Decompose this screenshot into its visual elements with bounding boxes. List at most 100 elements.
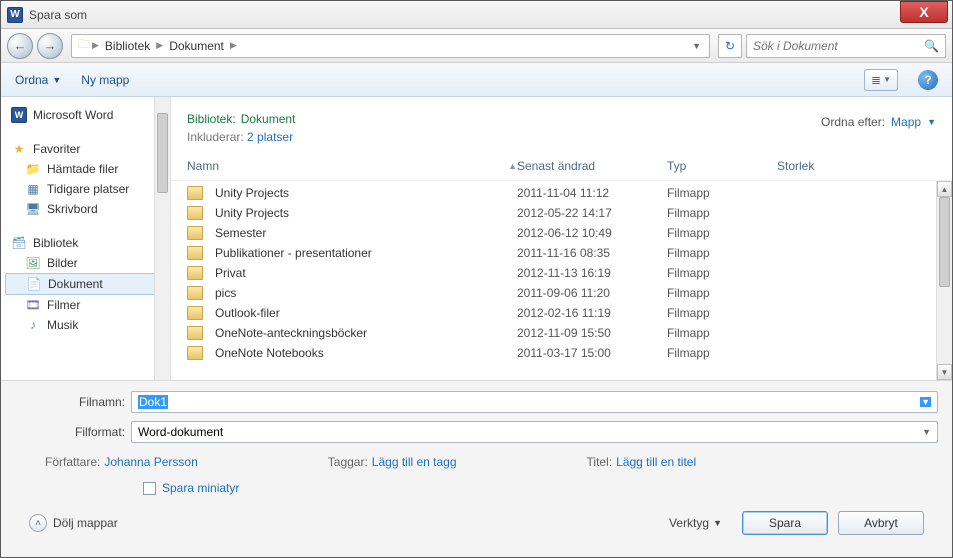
crumb-bibliotek[interactable]: Bibliotek xyxy=(99,39,156,53)
folder-icon xyxy=(187,226,203,240)
file-row[interactable]: Unity Projects2011-11-04 11:12Filmapp xyxy=(187,183,936,203)
title-value[interactable]: Lägg till en titel xyxy=(616,455,696,469)
organize-menu[interactable]: Ordna ▼ xyxy=(15,73,61,87)
file-date: 2011-09-06 11:20 xyxy=(517,286,667,300)
file-row[interactable]: Outlook-filer2012-02-16 11:19Filmapp xyxy=(187,303,936,323)
tree-music[interactable]: ♪Musik xyxy=(1,315,170,335)
col-date[interactable]: Senast ändrad xyxy=(517,156,667,176)
title-label: Titel: xyxy=(587,455,613,469)
save-thumbnail-checkbox[interactable] xyxy=(143,482,156,495)
search-box[interactable]: 🔍 xyxy=(746,34,946,58)
back-button[interactable]: ← xyxy=(7,33,33,59)
cancel-button[interactable]: Avbryt xyxy=(838,511,924,535)
window-title: Spara som xyxy=(29,8,900,22)
column-headers: Namn ▲ Senast ändrad Typ Storlek xyxy=(171,152,952,181)
star-icon: ★ xyxy=(11,141,27,157)
metadata-row: Författare: Johanna Persson Taggar: Lägg t… xyxy=(15,451,938,473)
file-name: Outlook-filer xyxy=(215,306,280,320)
file-row[interactable]: Semester2012-06-12 10:49Filmapp xyxy=(187,223,936,243)
title-bar: W Spara som X xyxy=(1,1,952,29)
file-name: Unity Projects xyxy=(215,206,289,220)
file-row[interactable]: Publikationer - presentationer2011-11-16… xyxy=(187,243,936,263)
format-select[interactable]: Word-dokument ▼ xyxy=(131,421,938,443)
scroll-thumb[interactable] xyxy=(939,197,950,287)
tree-documents[interactable]: 📄Dokument xyxy=(5,273,166,295)
folder-icon: 🗀 xyxy=(76,38,92,54)
file-type: Filmapp xyxy=(667,306,777,320)
chevron-right-icon: ▶ xyxy=(92,40,99,51)
tree-pictures[interactable]: 🖼Bilder xyxy=(1,253,170,273)
view-icon: ≣ xyxy=(871,73,881,87)
sort-by[interactable]: Ordna efter: Mapp ▼ xyxy=(821,107,936,129)
filename-input[interactable]: Dok1 ▼ xyxy=(131,391,938,413)
filename-label: Filnamn: xyxy=(15,395,125,409)
tree-libraries[interactable]: 🗃 Bibliotek xyxy=(1,233,170,253)
tags-value[interactable]: Lägg till en tagg xyxy=(372,455,457,469)
view-mode-button[interactable]: ≣ ▼ xyxy=(864,69,898,91)
tree-videos[interactable]: 🎞Filmer xyxy=(1,295,170,315)
format-label: Filformat: xyxy=(15,425,125,439)
folder-icon xyxy=(187,266,203,280)
nav-tree: W Microsoft Word ★ Favoriter 📁Hämtade fi… xyxy=(1,97,171,380)
toolbar: Ordna ▼ Ny mapp ≣ ▼ ? xyxy=(1,63,952,97)
scroll-thumb[interactable] xyxy=(157,113,168,193)
file-type: Filmapp xyxy=(667,226,777,240)
folder-icon xyxy=(187,306,203,320)
col-name[interactable]: Namn ▲ xyxy=(187,156,517,176)
scroll-down-button[interactable]: ▼ xyxy=(937,364,952,380)
breadcrumb-dropdown[interactable]: ▼ xyxy=(688,41,705,51)
file-scrollbar[interactable]: ▲ ▼ xyxy=(936,181,952,380)
sidebar-scrollbar[interactable] xyxy=(154,97,170,380)
chevron-down-icon[interactable]: ▼ xyxy=(922,427,931,437)
file-row[interactable]: Unity Projects 2012-05-22 14:17Filmapp xyxy=(187,203,936,223)
tags-label: Taggar: xyxy=(328,455,368,469)
chevron-down-icon[interactable]: ▼ xyxy=(920,397,931,407)
author-label: Författare: xyxy=(45,455,100,469)
folder-icon xyxy=(187,206,203,220)
breadcrumb[interactable]: 🗀 ▶ Bibliotek ▶ Dokument ▶ ▼ xyxy=(71,34,710,58)
library-header: Bibliotek: Dokument Inkluderar: 2 platse… xyxy=(171,97,952,152)
col-type[interactable]: Typ xyxy=(667,156,777,176)
includes-link[interactable]: 2 platser xyxy=(247,130,293,144)
file-name: OneNote Notebooks xyxy=(215,346,324,360)
file-type: Filmapp xyxy=(667,346,777,360)
save-button[interactable]: Spara xyxy=(742,511,828,535)
file-date: 2012-05-22 14:17 xyxy=(517,206,667,220)
author-value[interactable]: Johanna Persson xyxy=(104,455,197,469)
tree-recent[interactable]: ▦Tidigare platser xyxy=(1,179,170,199)
file-type: Filmapp xyxy=(667,326,777,340)
file-date: 2012-11-09 15:50 xyxy=(517,326,667,340)
chevron-down-icon: ▼ xyxy=(713,518,722,528)
close-button[interactable]: X xyxy=(900,1,948,23)
col-size[interactable]: Storlek xyxy=(777,156,857,176)
new-folder-button[interactable]: Ny mapp xyxy=(81,73,129,87)
search-input[interactable] xyxy=(753,39,924,53)
hide-folders-button[interactable]: ˄ Dölj mappar xyxy=(29,514,118,532)
tree-favorites[interactable]: ★ Favoriter xyxy=(1,139,170,159)
refresh-button[interactable]: ↻ xyxy=(718,34,742,58)
file-row[interactable]: OneNote-anteckningsböcker2012-11-09 15:5… xyxy=(187,323,936,343)
help-button[interactable]: ? xyxy=(918,70,938,90)
file-type: Filmapp xyxy=(667,206,777,220)
file-date: 2011-11-16 08:35 xyxy=(517,246,667,260)
file-date: 2012-06-12 10:49 xyxy=(517,226,667,240)
file-date: 2012-11-13 16:19 xyxy=(517,266,667,280)
tree-desktop[interactable]: 🖥Skrivbord xyxy=(1,199,170,219)
folder-icon xyxy=(187,246,203,260)
forward-button[interactable]: → xyxy=(37,33,63,59)
file-rows: Unity Projects2011-11-04 11:12FilmappUni… xyxy=(171,181,952,365)
scroll-up-button[interactable]: ▲ xyxy=(937,181,952,197)
crumb-dokument[interactable]: Dokument xyxy=(163,39,230,53)
file-list-pane: Bibliotek: Dokument Inkluderar: 2 platse… xyxy=(171,97,952,380)
nav-bar: ← → 🗀 ▶ Bibliotek ▶ Dokument ▶ ▼ ↻ 🔍 xyxy=(1,29,952,63)
tools-menu[interactable]: Verktyg ▼ xyxy=(669,516,722,530)
file-date: 2011-03-17 15:00 xyxy=(517,346,667,360)
file-row[interactable]: pics2011-09-06 11:20Filmapp xyxy=(187,283,936,303)
file-row[interactable]: OneNote Notebooks 2011-03-17 15:00Filmapp xyxy=(187,343,936,363)
file-type: Filmapp xyxy=(667,286,777,300)
tree-downloads[interactable]: 📁Hämtade filer xyxy=(1,159,170,179)
file-row[interactable]: Privat2012-11-13 16:19Filmapp xyxy=(187,263,936,283)
tree-word[interactable]: W Microsoft Word xyxy=(1,105,170,125)
file-type: Filmapp xyxy=(667,246,777,260)
folder-icon xyxy=(187,286,203,300)
